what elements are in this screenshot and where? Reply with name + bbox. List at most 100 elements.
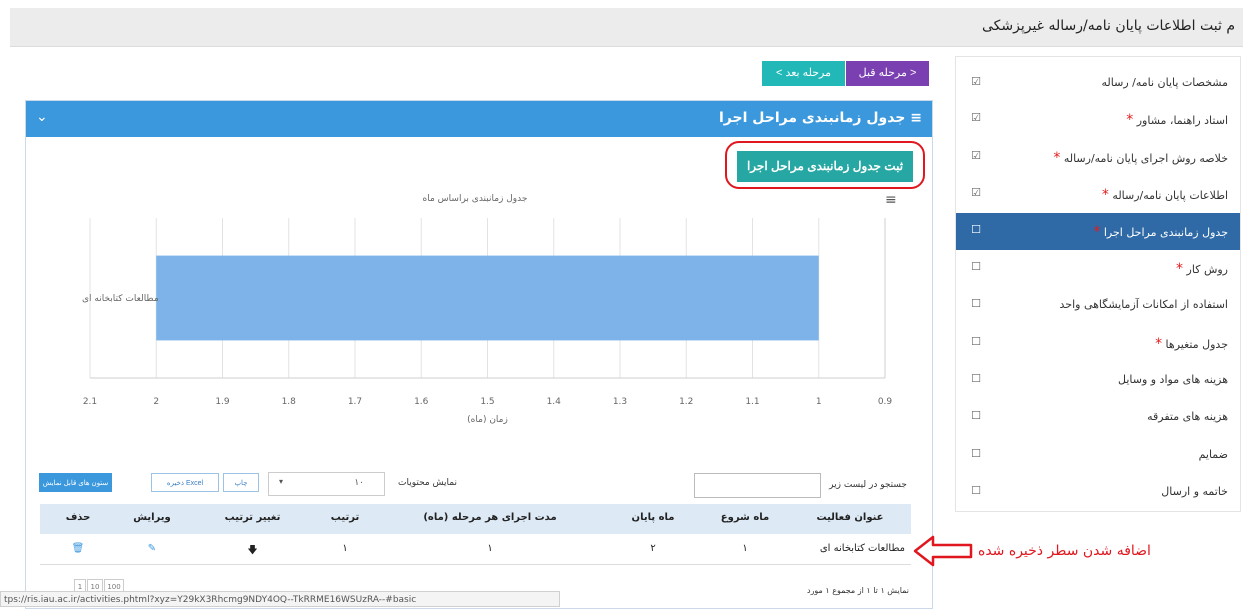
next-step-button[interactable]: مرحله بعد > <box>762 61 845 86</box>
sidebar-item-label: خلاصه روش اجرای پایان نامه/رساله * <box>1053 150 1228 166</box>
unchecked-box-icon: ☐ <box>971 447 981 460</box>
search-input[interactable] <box>694 473 821 498</box>
page-size-value: ۱۰ <box>354 478 364 488</box>
sidebar-item-label: استفاده از امکانات آزمایشگاهی واحد <box>1059 298 1229 311</box>
sidebar: مشخصات پایان نامه/ رساله ☑ استاد راهنما، … <box>955 56 1241 512</box>
checked-box-icon: ☑ <box>971 149 981 162</box>
col-move: تغییر ترتیب <box>224 512 281 523</box>
page-size-select[interactable]: ۱۰ ▾ <box>268 472 385 496</box>
excel-export-button[interactable]: ذخیره Excel <box>151 473 219 492</box>
chart-title: جدول زمانبندی براساس ماه <box>422 194 528 204</box>
sidebar-item-label: ضمایم <box>1198 448 1228 461</box>
x-tick-label: 1 <box>816 397 822 407</box>
col-end[interactable]: ماه پایان <box>608 512 698 523</box>
cell-duration: ۱ <box>487 543 493 554</box>
x-tick-label: 1.9 <box>215 397 230 407</box>
unchecked-box-icon: ☐ <box>971 372 981 385</box>
table-header: عنوان فعالیت ماه شروع ماه پایان مدت اجرا… <box>40 504 911 534</box>
sidebar-item-label: جدول زمانبندی مراحل اجرا * <box>1093 224 1228 240</box>
sidebar-item[interactable]: روش کار * ☐ <box>956 250 1240 287</box>
sidebar-item[interactable]: هزینه های مواد و وسایل ☐ <box>956 362 1240 399</box>
sidebar-item[interactable]: خلاصه روش اجرای پایان نامه/رساله * ☑ <box>956 139 1240 176</box>
x-tick-label: 1.7 <box>348 397 362 407</box>
sidebar-item-label: اطلاعات پایان نامه/رساله * <box>1101 187 1228 203</box>
sidebar-item[interactable]: استاد راهنما، مشاور * ☑ <box>956 101 1240 138</box>
highlight-box <box>725 141 925 189</box>
schedule-bar <box>156 255 819 341</box>
required-star-icon: * <box>1093 224 1101 240</box>
cell-end: ۲ <box>650 543 656 554</box>
col-order[interactable]: ترتیب <box>310 512 380 523</box>
sidebar-item[interactable]: ضمایم ☐ <box>956 437 1240 474</box>
page-title: م ثبت اطلاعات پایان نامه/رساله غیرپزشکی <box>981 18 1235 34</box>
cell-title: مطالعات کتابخانه ای <box>819 543 905 554</box>
checked-box-icon: ☑ <box>971 111 981 124</box>
required-star-icon: * <box>1101 187 1109 203</box>
x-tick-label: 1.5 <box>480 397 494 407</box>
sidebar-item[interactable]: هزینه های متفرقه ☐ <box>956 399 1240 436</box>
annotation-text: اضافه شدن سطر ذخیره شده <box>978 543 1151 559</box>
annotation-arrow-icon <box>913 535 973 567</box>
prev-step-button[interactable]: < مرحله قبل <box>846 61 929 86</box>
checked-box-icon: ☑ <box>971 75 981 88</box>
visible-columns-button[interactable]: ستون های قابل نمایش <box>39 473 112 492</box>
sidebar-item[interactable]: خاتمه و ارسال ☐ <box>956 474 1240 511</box>
panel-header: ≡ جدول زمانبندی مراحل اجرا ⌄ <box>26 101 932 137</box>
col-start[interactable]: ماه شروع <box>700 512 790 523</box>
x-axis-label: (زمان (ماه <box>467 415 508 425</box>
category-label: مطالعات کتابخانه ای <box>82 294 159 304</box>
arrow-down-icon[interactable]: 🡇 <box>205 543 300 560</box>
x-tick-label: 1.3 <box>613 397 627 407</box>
panel-title: ≡ جدول زمانبندی مراحل اجرا <box>719 110 922 126</box>
table-info: نمایش ۱ تا ۱ از مجموع ۱ مورد <box>807 586 909 595</box>
chart-menu-icon[interactable]: ≡ <box>885 193 899 207</box>
x-tick-label: 1.1 <box>745 397 759 407</box>
page-size-label: نمایش محتویات <box>397 478 457 488</box>
sidebar-item[interactable]: اطلاعات پایان نامه/رساله * ☑ <box>956 176 1240 213</box>
status-bar-url: tps://ris.iau.ac.ir/activities.phtml?xyz… <box>0 591 560 607</box>
unchecked-box-icon: ☐ <box>971 260 981 273</box>
sidebar-item-label: روش کار * <box>1176 261 1228 277</box>
sidebar-item[interactable]: جدول زمانبندی مراحل اجرا * ☐ <box>956 213 1240 250</box>
search-label: جستجو در لیست زیر <box>829 480 907 490</box>
schedule-chart: 0.9 1 1.1 1.2 1.3 1.4 1.5 1.6 1.7 1.8 1.9 2 2.1 مطالع… <box>82 218 893 425</box>
x-tick-label: 1.2 <box>679 397 693 407</box>
col-title[interactable]: عنوان فعالیت <box>800 512 900 523</box>
x-tick-label: 2 <box>153 397 159 407</box>
sidebar-item-label: استاد راهنما، مشاور * <box>1126 112 1228 128</box>
unchecked-box-icon: ☐ <box>971 297 981 310</box>
chevron-down-icon: ▾ <box>279 477 284 486</box>
page-header: م ثبت اطلاعات پایان نامه/رساله غیرپزشکی <box>10 8 1243 47</box>
sidebar-item-label: هزینه های متفرقه <box>1147 410 1228 423</box>
chevron-down-icon[interactable]: ⌄ <box>36 109 48 125</box>
cell-order: ۱ <box>342 543 348 554</box>
unchecked-box-icon: ☐ <box>971 223 981 236</box>
sidebar-item[interactable]: استفاده از امکانات آزمایشگاهی واحد ☐ <box>956 287 1240 324</box>
unchecked-box-icon: ☐ <box>971 335 981 348</box>
sidebar-item-label: جدول متغیرها * <box>1155 336 1228 352</box>
x-tick-label: 1.8 <box>282 397 297 407</box>
x-tick-label: 1.6 <box>414 397 429 407</box>
sidebar-item[interactable]: جدول متغیرها * ☐ <box>956 325 1240 362</box>
col-delete: حذف <box>65 512 91 523</box>
x-tick-label: 0.9 <box>878 397 893 407</box>
x-tick-label: 1.4 <box>547 397 562 407</box>
required-star-icon: * <box>1155 336 1163 352</box>
sidebar-item[interactable]: مشخصات پایان نامه/ رساله ☑ <box>956 65 1240 102</box>
required-star-icon: * <box>1126 112 1134 128</box>
unchecked-box-icon: ☐ <box>971 484 981 497</box>
checked-box-icon: ☑ <box>971 186 981 199</box>
x-tick-label: 2.1 <box>83 397 97 407</box>
edit-icon[interactable]: ✎ <box>112 543 192 554</box>
sidebar-item-label: خاتمه و ارسال <box>1161 485 1228 498</box>
required-star-icon: * <box>1176 261 1184 277</box>
required-star-icon: * <box>1053 150 1061 166</box>
trash-icon[interactable]: 🗑 <box>48 543 108 554</box>
col-edit: ویرایش <box>133 512 171 523</box>
unchecked-box-icon: ☐ <box>971 409 981 422</box>
sidebar-item-label: مشخصات پایان نامه/ رساله <box>1101 76 1228 89</box>
col-duration[interactable]: مدت اجرای هر مرحله (ماه) <box>390 512 590 523</box>
sidebar-item-label: هزینه های مواد و وسایل <box>1117 373 1228 386</box>
table-row: مطالعات کتابخانه ای ۱ ۲ ۱ ۱ 🡇 ✎ 🗑 <box>40 534 911 565</box>
print-button[interactable]: چاپ <box>223 473 259 492</box>
